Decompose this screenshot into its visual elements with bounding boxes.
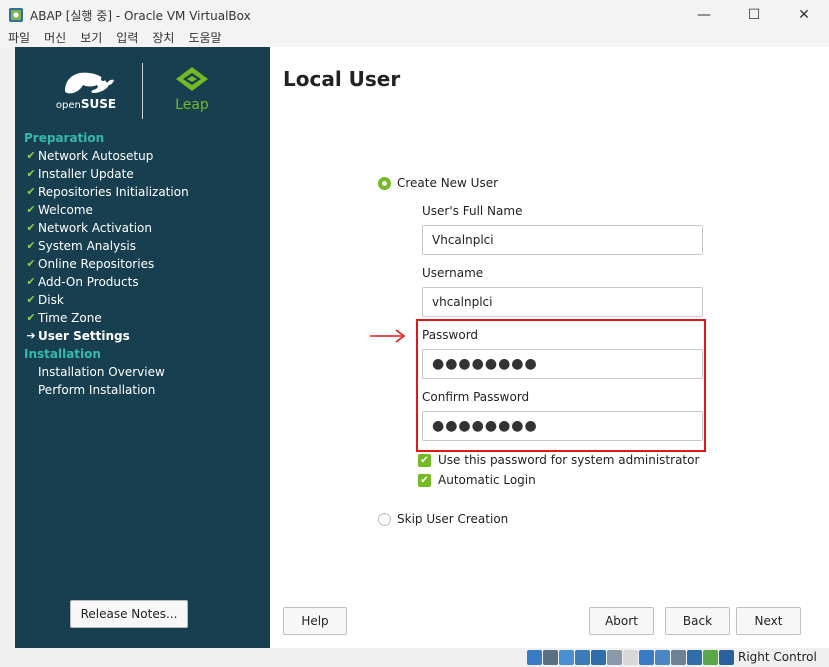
page-title: Local User [283,67,401,91]
logo-divider [142,63,143,119]
window-title: ABAP [실행 중] - Oracle VM VirtualBox [30,8,251,23]
username-input[interactable]: vhcalnplci [422,287,703,317]
check-icon: ✔ [26,203,36,216]
step-welcome: ✔ Welcome [24,201,264,219]
mouse-integration-icon[interactable] [671,650,686,665]
chameleon-icon [65,72,114,94]
annotation-arrow-icon [370,329,406,343]
vm-display: openSUSE Leap Preparation ✔ Network Autos… [15,47,829,648]
menu-machine[interactable]: 머신 [44,30,66,47]
create-new-user-label[interactable]: Create New User [397,176,498,190]
check-icon: ✔ [26,221,36,234]
logo-row: openSUSE Leap [15,61,270,121]
minimize-button[interactable]: — [679,0,729,30]
leap-icon [176,67,208,91]
status-icons [527,650,735,665]
step-installation-overview: Installation Overview [38,365,165,379]
maximize-button[interactable]: ☐ [729,0,779,30]
hard-disk-icon[interactable] [527,650,542,665]
virtualbox-icon [8,7,24,23]
abort-button[interactable]: Abort [589,607,654,635]
vm-statusbar: Right Control [0,648,829,667]
menu-devices[interactable]: 장치 [152,30,174,47]
menu-help[interactable]: 도움말 [188,30,221,47]
step-repositories-initialization: ✔ Repositories Initialization [24,183,264,201]
step-time-zone: ✔ Time Zone [24,309,264,327]
menubar: 파일 머신 보기 입력 장치 도움말 [0,30,829,47]
window-titlebar: ABAP [실행 중] - Oracle VM VirtualBox — ☐ ✕ [0,0,829,30]
step-disk: ✔ Disk [24,291,264,309]
check-icon: ✔ [26,167,36,180]
virtualization-icon[interactable] [655,650,670,665]
menu-file[interactable]: 파일 [8,30,30,47]
step-list: Preparation ✔ Network Autosetup ✔ Installe… [24,129,264,399]
shared-folders-icon[interactable] [607,650,622,665]
check-icon: ✔ [26,311,36,324]
check-icon: ✔ [26,149,36,162]
step-user-settings: ➔ User Settings [24,327,264,345]
leap-logo: Leap [170,65,214,119]
use-for-admin-label[interactable]: Use this password for system administrat… [438,453,699,467]
full-name-label: User's Full Name [422,204,523,218]
step-online-repositories: ✔ Online Repositories [24,255,264,273]
automatic-login-checkbox[interactable]: ✔ [418,474,431,487]
guest-additions-icon[interactable] [703,650,718,665]
help-button[interactable]: Help [283,607,347,635]
arrow-right-icon: ➔ [26,329,36,342]
step-perform-installation: Perform Installation [38,383,156,397]
create-new-user-radio[interactable] [378,177,391,190]
network-icon[interactable] [575,650,590,665]
step-network-activation: ✔ Network Activation [24,219,264,237]
section-preparation: Preparation [24,131,105,145]
check-icon: ✔ [26,293,36,306]
check-icon: ✔ [26,275,36,288]
skip-user-creation-label[interactable]: Skip User Creation [397,512,508,526]
leap-wordmark: Leap [175,97,209,113]
skip-user-creation-radio[interactable] [378,513,391,526]
main-content: Local User Create New User User's Full N… [270,47,829,648]
opensuse-logo: openSUSE [51,67,121,117]
check-icon: ✔ [26,185,36,198]
close-button[interactable]: ✕ [779,0,829,30]
optical-drive-icon[interactable] [543,650,558,665]
full-name-input[interactable]: Vhcalnplci [422,225,703,255]
display-icon[interactable] [623,650,638,665]
username-label: Username [422,266,484,280]
menu-input[interactable]: 입력 [116,30,138,47]
back-button[interactable]: Back [665,607,730,635]
recording-icon[interactable] [639,650,654,665]
section-installation: Installation [24,347,101,361]
menu-view[interactable]: 보기 [80,30,102,47]
step-installer-update: ✔ Installer Update [24,165,264,183]
automatic-login-label[interactable]: Automatic Login [438,473,536,487]
annotation-highlight-box [416,319,706,452]
capture-icon[interactable] [687,650,702,665]
check-icon: ✔ [26,239,36,252]
host-key-label: Right Control [738,650,817,664]
use-for-admin-checkbox[interactable]: ✔ [418,454,431,467]
installer-sidebar: openSUSE Leap Preparation ✔ Network Autos… [15,47,270,648]
keyboard-capture-icon[interactable] [719,650,734,665]
release-notes-button[interactable]: Release Notes... [70,600,188,628]
step-add-on-products: ✔ Add-On Products [24,273,264,291]
audio-icon[interactable] [559,650,574,665]
opensuse-wordmark: openSUSE [55,97,117,111]
next-button[interactable]: Next [736,607,801,635]
usb-icon[interactable] [591,650,606,665]
step-network-autosetup: ✔ Network Autosetup [24,147,264,165]
check-icon: ✔ [26,257,36,270]
step-system-analysis: ✔ System Analysis [24,237,264,255]
